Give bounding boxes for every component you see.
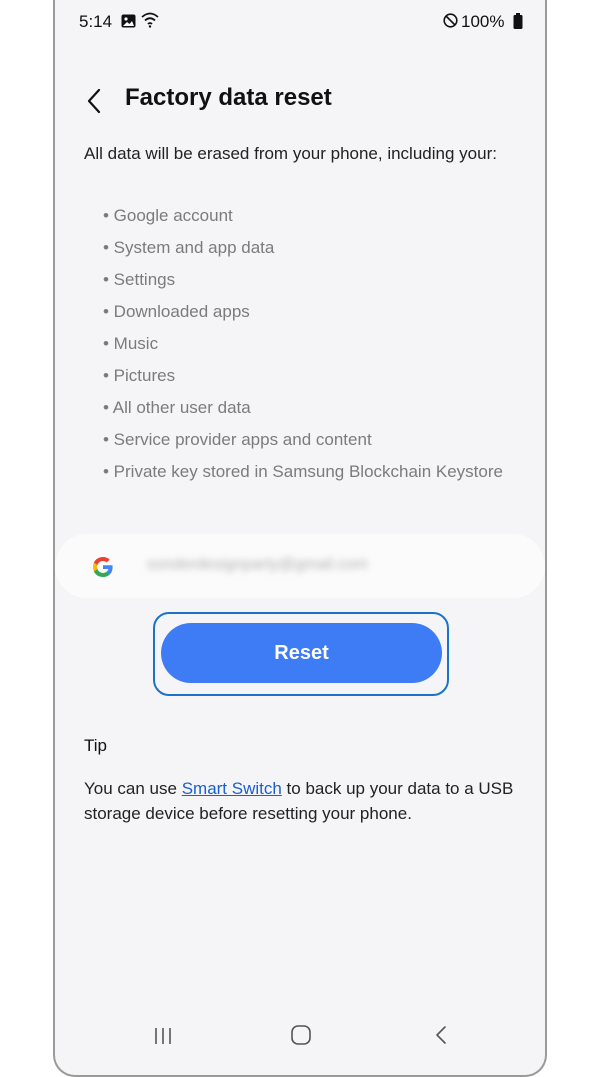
list-item: • Service provider apps and content — [103, 430, 372, 449]
list-item: • System and app data — [103, 238, 275, 257]
reset-button[interactable]: Reset — [161, 623, 442, 683]
home-icon[interactable] — [289, 1023, 313, 1047]
recents-icon[interactable] — [151, 1025, 175, 1047]
list-item: • Private key stored in Samsung Blockcha… — [103, 462, 503, 481]
smart-switch-link[interactable]: Smart Switch — [182, 779, 282, 798]
list-item: • Music — [103, 334, 159, 353]
erase-list: • Google account • System and app data •… — [103, 200, 503, 488]
do-not-disturb-icon — [443, 13, 458, 28]
list-item: • Downloaded apps — [103, 302, 250, 321]
back-arrow-icon — [87, 88, 101, 114]
page-title: Factory data reset — [125, 84, 332, 111]
tip-text: You can use Smart Switch to back up your… — [84, 776, 524, 826]
back-button[interactable] — [79, 84, 109, 118]
list-item: • Pictures — [103, 366, 176, 385]
account-email: sonderdesignparty@gmail.com — [147, 556, 368, 573]
tip-heading: Tip — [84, 736, 107, 755]
intro-text: All data will be erased from your phone,… — [84, 144, 497, 163]
gallery-icon — [121, 14, 136, 28]
status-bar: 5:14 100% — [55, 0, 545, 44]
google-icon — [93, 557, 113, 577]
nav-back-icon[interactable] — [431, 1023, 451, 1047]
battery-icon — [513, 13, 523, 29]
header: Factory data reset — [55, 78, 545, 122]
list-item: • Google account — [103, 206, 233, 225]
list-item: • All other user data — [103, 398, 251, 417]
phone-screen: 5:14 100% Factory data reset All data wi… — [53, 0, 547, 1077]
navigation-bar — [55, 1013, 545, 1075]
account-row: sonderdesignparty@gmail.com — [55, 534, 545, 598]
tip-prefix: You can use — [84, 779, 182, 798]
status-time: 5:14 — [79, 12, 113, 31]
wifi-icon — [141, 12, 159, 28]
battery-percentage: 100% — [461, 12, 505, 31]
list-item: • Settings — [103, 270, 176, 289]
